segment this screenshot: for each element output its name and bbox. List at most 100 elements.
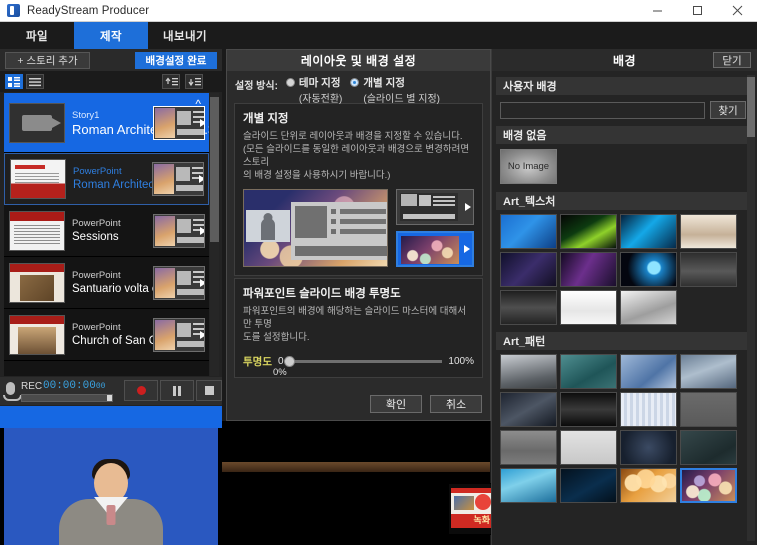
layout-option-background[interactable] (396, 231, 474, 267)
background-thumbnail[interactable] (560, 214, 617, 249)
background-thumbnail[interactable] (680, 468, 737, 503)
slide-list[interactable]: Story1 Roman Architecture 15.3 ^ PowerPo… (4, 93, 209, 376)
list-view-icon[interactable] (26, 74, 44, 89)
background-thumbnail[interactable] (560, 290, 617, 325)
minimize-button[interactable] (637, 0, 677, 22)
background-panel-body: 사용자 배경 찾기 배경 없음 No Image Art_텍스처 Art_패턴 (496, 75, 748, 541)
background-panel-scrollbar[interactable] (747, 75, 755, 541)
cancel-button[interactable]: 취소 (430, 395, 482, 413)
user-background-path-input[interactable] (500, 101, 705, 119)
list-item[interactable]: PowerPoint Roman Architecture (4, 153, 209, 205)
transparency-slider-knob[interactable] (283, 356, 295, 367)
list-item[interactable]: PowerPoint Santuario volta cass (4, 257, 209, 309)
art-texture-thumbnails (496, 210, 748, 327)
maximize-button[interactable] (677, 0, 717, 22)
add-story-button[interactable]: + 스토리 추가 (5, 52, 90, 69)
background-thumbnail[interactable] (560, 354, 617, 389)
pause-button-icon[interactable] (160, 380, 194, 401)
move-up-icon[interactable] (162, 74, 180, 89)
radio-individual[interactable]: 개별 지정 (슬라이드 별 지정) (350, 75, 440, 105)
list-item[interactable]: PowerPoint Sessions (4, 205, 209, 257)
layout-preview-icon[interactable] (153, 105, 205, 140)
transparency-max: 100% (448, 356, 474, 367)
app-icon (7, 4, 20, 17)
background-thumbnail[interactable] (680, 392, 737, 427)
layout-large-preview (243, 189, 388, 267)
layout-preview-icon[interactable] (153, 317, 205, 352)
background-panel-scroll-thumb[interactable] (747, 77, 755, 137)
background-thumbnail[interactable] (680, 430, 737, 465)
art-texture-group-header: Art_텍스처 (496, 192, 748, 210)
layout-option-text[interactable] (396, 189, 474, 225)
background-thumbnail[interactable] (680, 354, 737, 389)
background-thumbnail[interactable] (680, 214, 737, 249)
stop-button-icon[interactable] (196, 380, 222, 401)
mode-label: 설정 방식: (235, 81, 278, 92)
background-thumbnail[interactable] (680, 252, 737, 287)
tab-file[interactable]: 파일 (0, 22, 74, 49)
menu-tabs: 파일 제작 내보내기 (0, 22, 222, 49)
list-item[interactable]: PowerPoint Church of San Carlo (4, 309, 209, 361)
individual-desc-1: 슬라이드 단위로 레이아웃과 배경을 지정할 수 있습니다. (243, 131, 463, 142)
background-thumbnail[interactable] (500, 430, 557, 465)
radio-individual-icon[interactable] (350, 78, 360, 87)
audio-level-meter (21, 394, 113, 402)
background-thumbnail[interactable] (620, 354, 677, 389)
background-thumbnail[interactable] (500, 290, 557, 325)
layout-preview-icon[interactable] (152, 162, 204, 196)
background-thumbnail[interactable] (560, 392, 617, 427)
background-thumbnail[interactable] (500, 354, 557, 389)
radio-individual-sub: (슬라이드 별 지정) (363, 94, 441, 105)
background-thumbnail[interactable] (500, 468, 557, 503)
layout-preview-icon[interactable] (153, 213, 205, 248)
ok-button[interactable]: 확인 (370, 395, 422, 413)
browse-button[interactable]: 찾기 (710, 101, 746, 119)
background-thumbnail[interactable] (620, 430, 677, 465)
bokeh-overlay (621, 469, 676, 502)
mini-record-thumbnail[interactable]: 녹화 (448, 483, 494, 535)
background-thumbnail[interactable] (560, 430, 617, 465)
transparency-value: 0% (273, 367, 287, 378)
dialog-title: 레이아웃 및 배경 설정 (227, 50, 490, 71)
radio-theme-sub: (자동전환) (298, 94, 343, 105)
video-preview (0, 428, 222, 545)
background-panel-title: 배경 (612, 53, 637, 68)
background-thumbnail[interactable] (560, 468, 617, 503)
slide-thumbnail (9, 262, 65, 303)
background-thumbnail[interactable] (620, 290, 677, 325)
no-image-thumbnail[interactable]: No Image (500, 149, 557, 184)
radio-theme[interactable]: 테마 지정 (자동전환) (285, 75, 343, 105)
transparency-section: 파워포인트 슬라이드 배경 투명도 파워포인트의 배경에 해당하는 슬라이드 마… (234, 278, 483, 378)
menu-bar-background (222, 22, 757, 49)
slide-list-scroll-thumb[interactable] (210, 97, 219, 242)
individual-desc-2: (모든 슬라이드를 동일한 레이아웃과 배경으로 변경하려면 스토리 (243, 144, 470, 168)
background-thumbnail[interactable] (620, 214, 677, 249)
user-background-row: 찾기 (496, 95, 748, 121)
radio-theme-icon[interactable] (285, 78, 295, 87)
background-thumbnail[interactable] (620, 392, 677, 427)
application-window: ReadyStream Producer 파일 제작 내보내기 + 스토리 추가… (0, 0, 757, 545)
background-thumbnail[interactable] (620, 252, 677, 287)
background-thumbnail[interactable] (500, 214, 557, 249)
background-thumbnail[interactable] (500, 252, 557, 287)
record-button-icon[interactable] (124, 380, 158, 401)
transparency-slider[interactable] (283, 356, 443, 367)
dialog-actions: 확인 취소 (370, 395, 482, 413)
tab-produce[interactable]: 제작 (74, 22, 148, 49)
background-panel-header: 배경 닫기 (492, 49, 757, 71)
list-toolbar (0, 71, 222, 92)
move-down-icon[interactable] (185, 74, 203, 89)
grid-view-icon[interactable] (5, 74, 23, 89)
list-item[interactable]: Story1 Roman Architecture 15.3 ^ (4, 93, 209, 153)
background-thumbnail[interactable] (560, 252, 617, 287)
layout-preview-icon[interactable] (153, 265, 205, 300)
background-thumbnail[interactable] (500, 392, 557, 427)
background-thumbnail[interactable] (620, 468, 677, 503)
background-done-button[interactable]: 배경설정 완료 (135, 52, 217, 69)
left-panel: + 스토리 추가 배경설정 완료 Story1 Roman Architectu… (0, 49, 222, 545)
thumbnail-placeholder (680, 290, 737, 325)
tab-export[interactable]: 내보내기 (148, 22, 222, 49)
background-panel-close-button[interactable]: 닫기 (713, 52, 751, 68)
close-button[interactable] (717, 0, 757, 22)
no-background-group-header: 배경 없음 (496, 126, 748, 144)
